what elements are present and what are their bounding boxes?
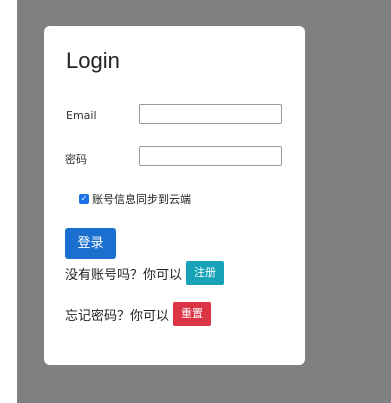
email-label: Email <box>66 109 97 122</box>
register-prompt: 没有账号吗？你可以 <box>65 267 183 283</box>
register-row: 没有账号吗？你可以 注册 <box>65 261 225 285</box>
sync-checkbox-label: 账号信息同步到云端 <box>92 193 191 206</box>
reset-row: 忘记密码？你可以 重置 <box>65 302 212 326</box>
sync-checkbox-row[interactable]: ✓ 账号信息同步到云端 <box>79 192 191 206</box>
reset-button[interactable]: 重置 <box>173 302 212 326</box>
login-card: Login Email 密码 ✓ 账号信息同步到云端 登录 没有账号吗？你可以 … <box>44 26 305 365</box>
email-field[interactable] <box>139 104 282 124</box>
login-button[interactable]: 登录 <box>65 228 116 259</box>
check-icon[interactable]: ✓ <box>79 194 89 204</box>
password-label: 密码 <box>65 153 87 166</box>
page-title: Login <box>66 48 120 73</box>
forgot-prompt: 忘记密码？你可以 <box>65 308 170 324</box>
password-field[interactable] <box>139 146 282 166</box>
register-button[interactable]: 注册 <box>186 261 225 285</box>
